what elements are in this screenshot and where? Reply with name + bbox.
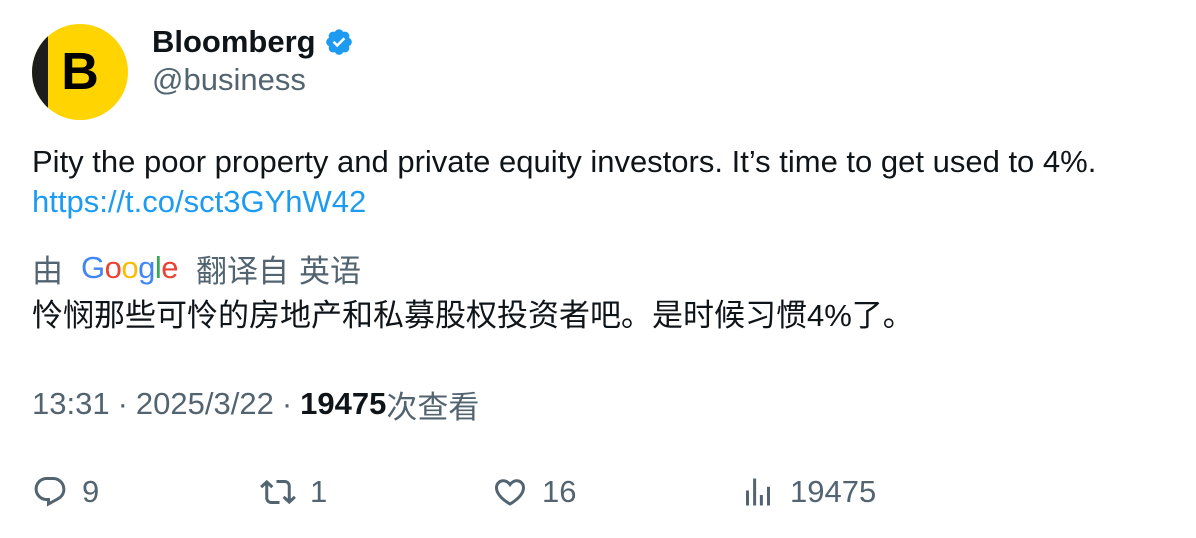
reply-icon: [34, 477, 66, 507]
avatar-letter: B: [61, 43, 99, 101]
tweet-date[interactable]: 2025/3/22: [136, 386, 274, 422]
retweet-icon: [260, 479, 296, 505]
analytics-icon: [746, 478, 770, 506]
like-count: 16: [542, 474, 577, 509]
like-button[interactable]: 16: [492, 470, 576, 514]
verified-badge-icon[interactable]: [324, 27, 354, 57]
views-action-count: 19475: [790, 474, 877, 509]
tweet-meta: 13:31 · 2025/3/22 · 19475 次查看: [32, 384, 480, 425]
author-handle[interactable]: @business: [152, 62, 306, 98]
tweet-text: Pity the poor property and private equit…: [32, 144, 1097, 179]
translation-language: 英语: [299, 253, 362, 289]
author-name[interactable]: Bloomberg: [152, 24, 316, 60]
tweet-body: Pity the poor property and private equit…: [32, 142, 1172, 222]
views-label: 次查看: [386, 389, 480, 425]
meta-separator: ·: [117, 386, 128, 421]
translation-suffix: 翻译自: [196, 253, 290, 289]
google-logo: Google: [81, 250, 179, 285]
retweet-button[interactable]: 1: [260, 470, 327, 514]
avatar[interactable]: B: [32, 24, 128, 120]
views-button[interactable]: 19475: [740, 470, 876, 514]
retweet-count: 1: [310, 474, 328, 509]
tweet-time[interactable]: 13:31: [32, 386, 110, 422]
reply-button[interactable]: 9: [32, 470, 99, 514]
author-name-row: Bloomberg: [152, 20, 354, 64]
meta-separator: ·: [281, 386, 293, 421]
tweet-link[interactable]: https://t.co/sct3GYhW42: [32, 182, 1172, 222]
reply-count: 9: [82, 474, 100, 509]
translated-text: 怜悯那些可怜的房地产和私募股权投资者吧。是时候习惯4%了。: [32, 298, 914, 333]
heart-icon: [494, 479, 526, 506]
translation-attribution[interactable]: 由 Google 翻译自 英语: [32, 246, 361, 290]
action-bar: 9 1 16 19475: [32, 470, 1172, 514]
translation-prefix: 由: [32, 253, 63, 289]
views-count: 19475: [300, 386, 387, 421]
